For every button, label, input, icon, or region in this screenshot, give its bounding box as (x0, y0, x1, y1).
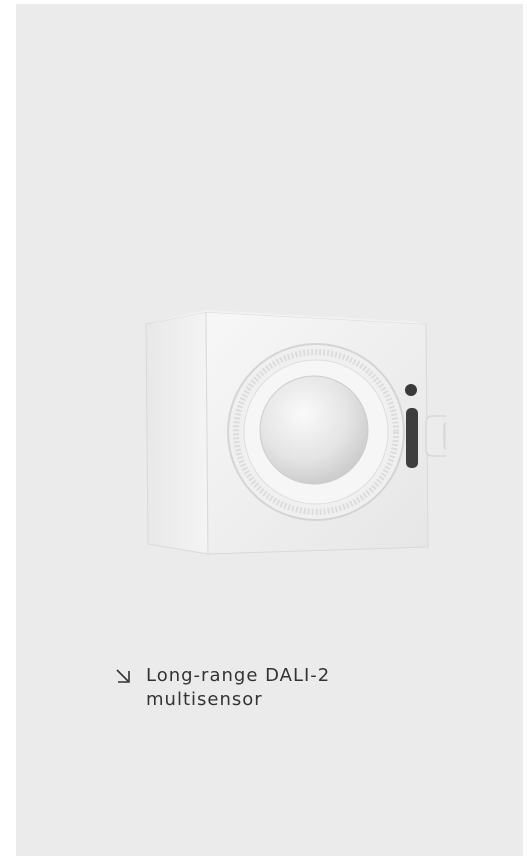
product-name: Long-range DALI-2 multisensor (146, 664, 330, 712)
product-card[interactable]: Long-range DALI-2 multisensor (16, 4, 523, 856)
product-name-line-2: multisensor (146, 689, 263, 710)
arrow-down-right-icon (116, 669, 130, 683)
product-caption[interactable]: Long-range DALI-2 multisensor (114, 664, 330, 712)
product-name-line-1: Long-range DALI-2 (146, 665, 331, 686)
multisensor-device-image (145, 310, 446, 555)
